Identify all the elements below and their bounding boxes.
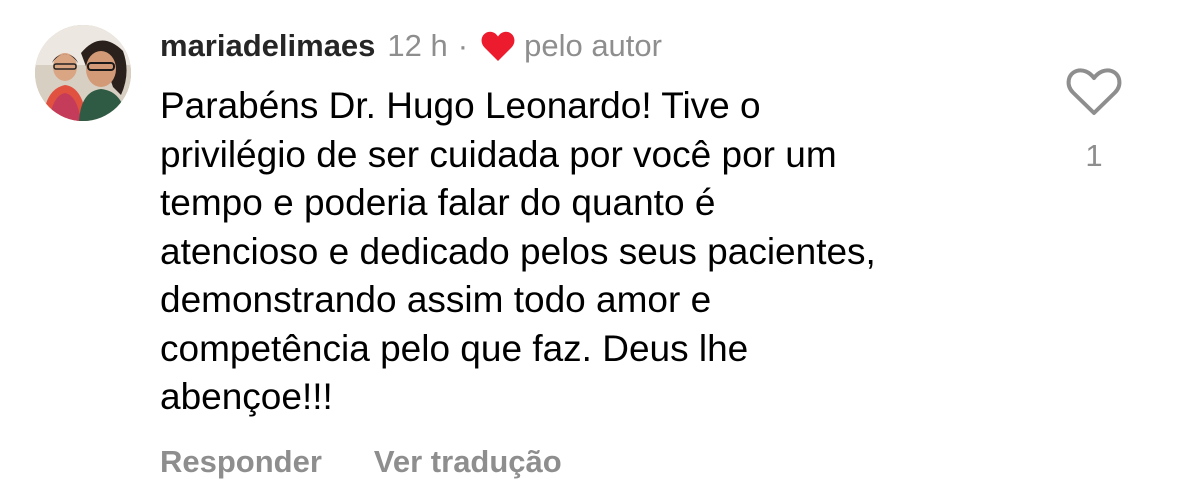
reply-button[interactable]: Responder: [160, 444, 322, 480]
author-badge-label: pelo autor: [524, 28, 662, 63]
avatar-photo: [35, 25, 131, 121]
username[interactable]: mariadelimaes: [160, 26, 375, 66]
comment-header: mariadelimaes 12 h · pelo autor: [160, 26, 662, 66]
timestamp[interactable]: 12 h: [387, 26, 447, 66]
comment: mariadelimaes 12 h · pelo autor Parabéns…: [0, 0, 1179, 493]
heart-filled-icon: [480, 30, 516, 62]
translate-button[interactable]: Ver tradução: [374, 444, 562, 480]
comment-actions: Responder Ver tradução: [160, 440, 562, 484]
like-button[interactable]: [1064, 66, 1124, 118]
comment-text: Parabéns Dr. Hugo Leonardo! Tive o privi…: [160, 85, 876, 417]
avatar[interactable]: [35, 25, 131, 121]
like-count: 1: [1085, 138, 1103, 173]
separator-dot: ·: [457, 28, 469, 63]
heart-outline-icon: [1066, 68, 1122, 115]
